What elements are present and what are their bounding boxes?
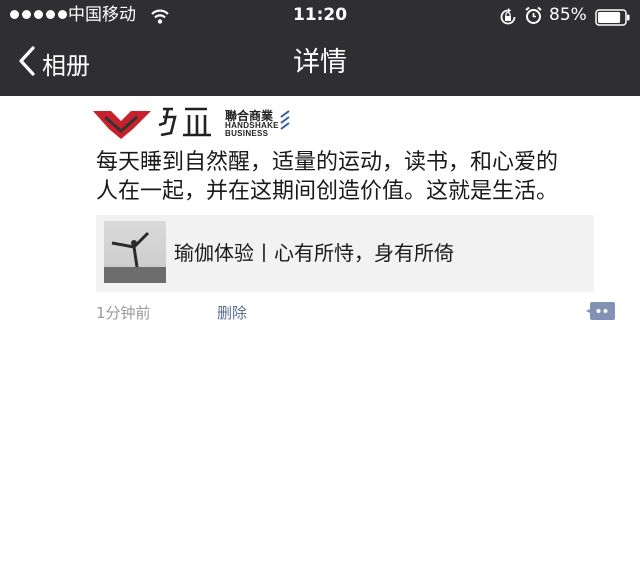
shared-link-card[interactable]: 瑜伽体验丨心有所恃，身有所倚 xyxy=(96,215,594,292)
status-time: 11:20 xyxy=(292,5,348,25)
delete-button[interactable]: 删除 xyxy=(217,302,247,323)
status-bar: 中国移动 11:20 85% xyxy=(0,0,640,30)
comment-icon xyxy=(586,302,616,328)
battery-percentage: 85% xyxy=(549,5,587,25)
nav-bar: 相册 详情 xyxy=(0,30,640,96)
logo-english-line2: BUSINESS xyxy=(225,129,269,138)
comment-button[interactable] xyxy=(586,300,616,328)
post-text: 每天睡到自然醒，适量的运动，读书，和心爱的 人在一起，并在这期间创造价值。这就是… xyxy=(96,148,626,206)
link-title: 瑜伽体验丨心有所恃，身有所倚 xyxy=(174,241,454,265)
post-text-line: 人在一起，并在这期间创造价值。这就是生活。 xyxy=(96,179,559,204)
top-bar: 中国移动 11:20 85% 相册 详情 xyxy=(0,0,640,96)
link-thumbnail xyxy=(104,221,166,283)
post-text-line: 每天睡到自然醒，适量的运动，读书，和心爱的 xyxy=(96,150,559,175)
handshake-logo-icon xyxy=(91,103,221,145)
page-title: 详情 xyxy=(293,47,347,78)
logo-stripes-icon xyxy=(279,109,291,139)
post-timestamp: 1分钟前 xyxy=(96,304,151,322)
brand-logo: 聯合商業 HANDSHAKE BUSINESS xyxy=(91,104,291,144)
